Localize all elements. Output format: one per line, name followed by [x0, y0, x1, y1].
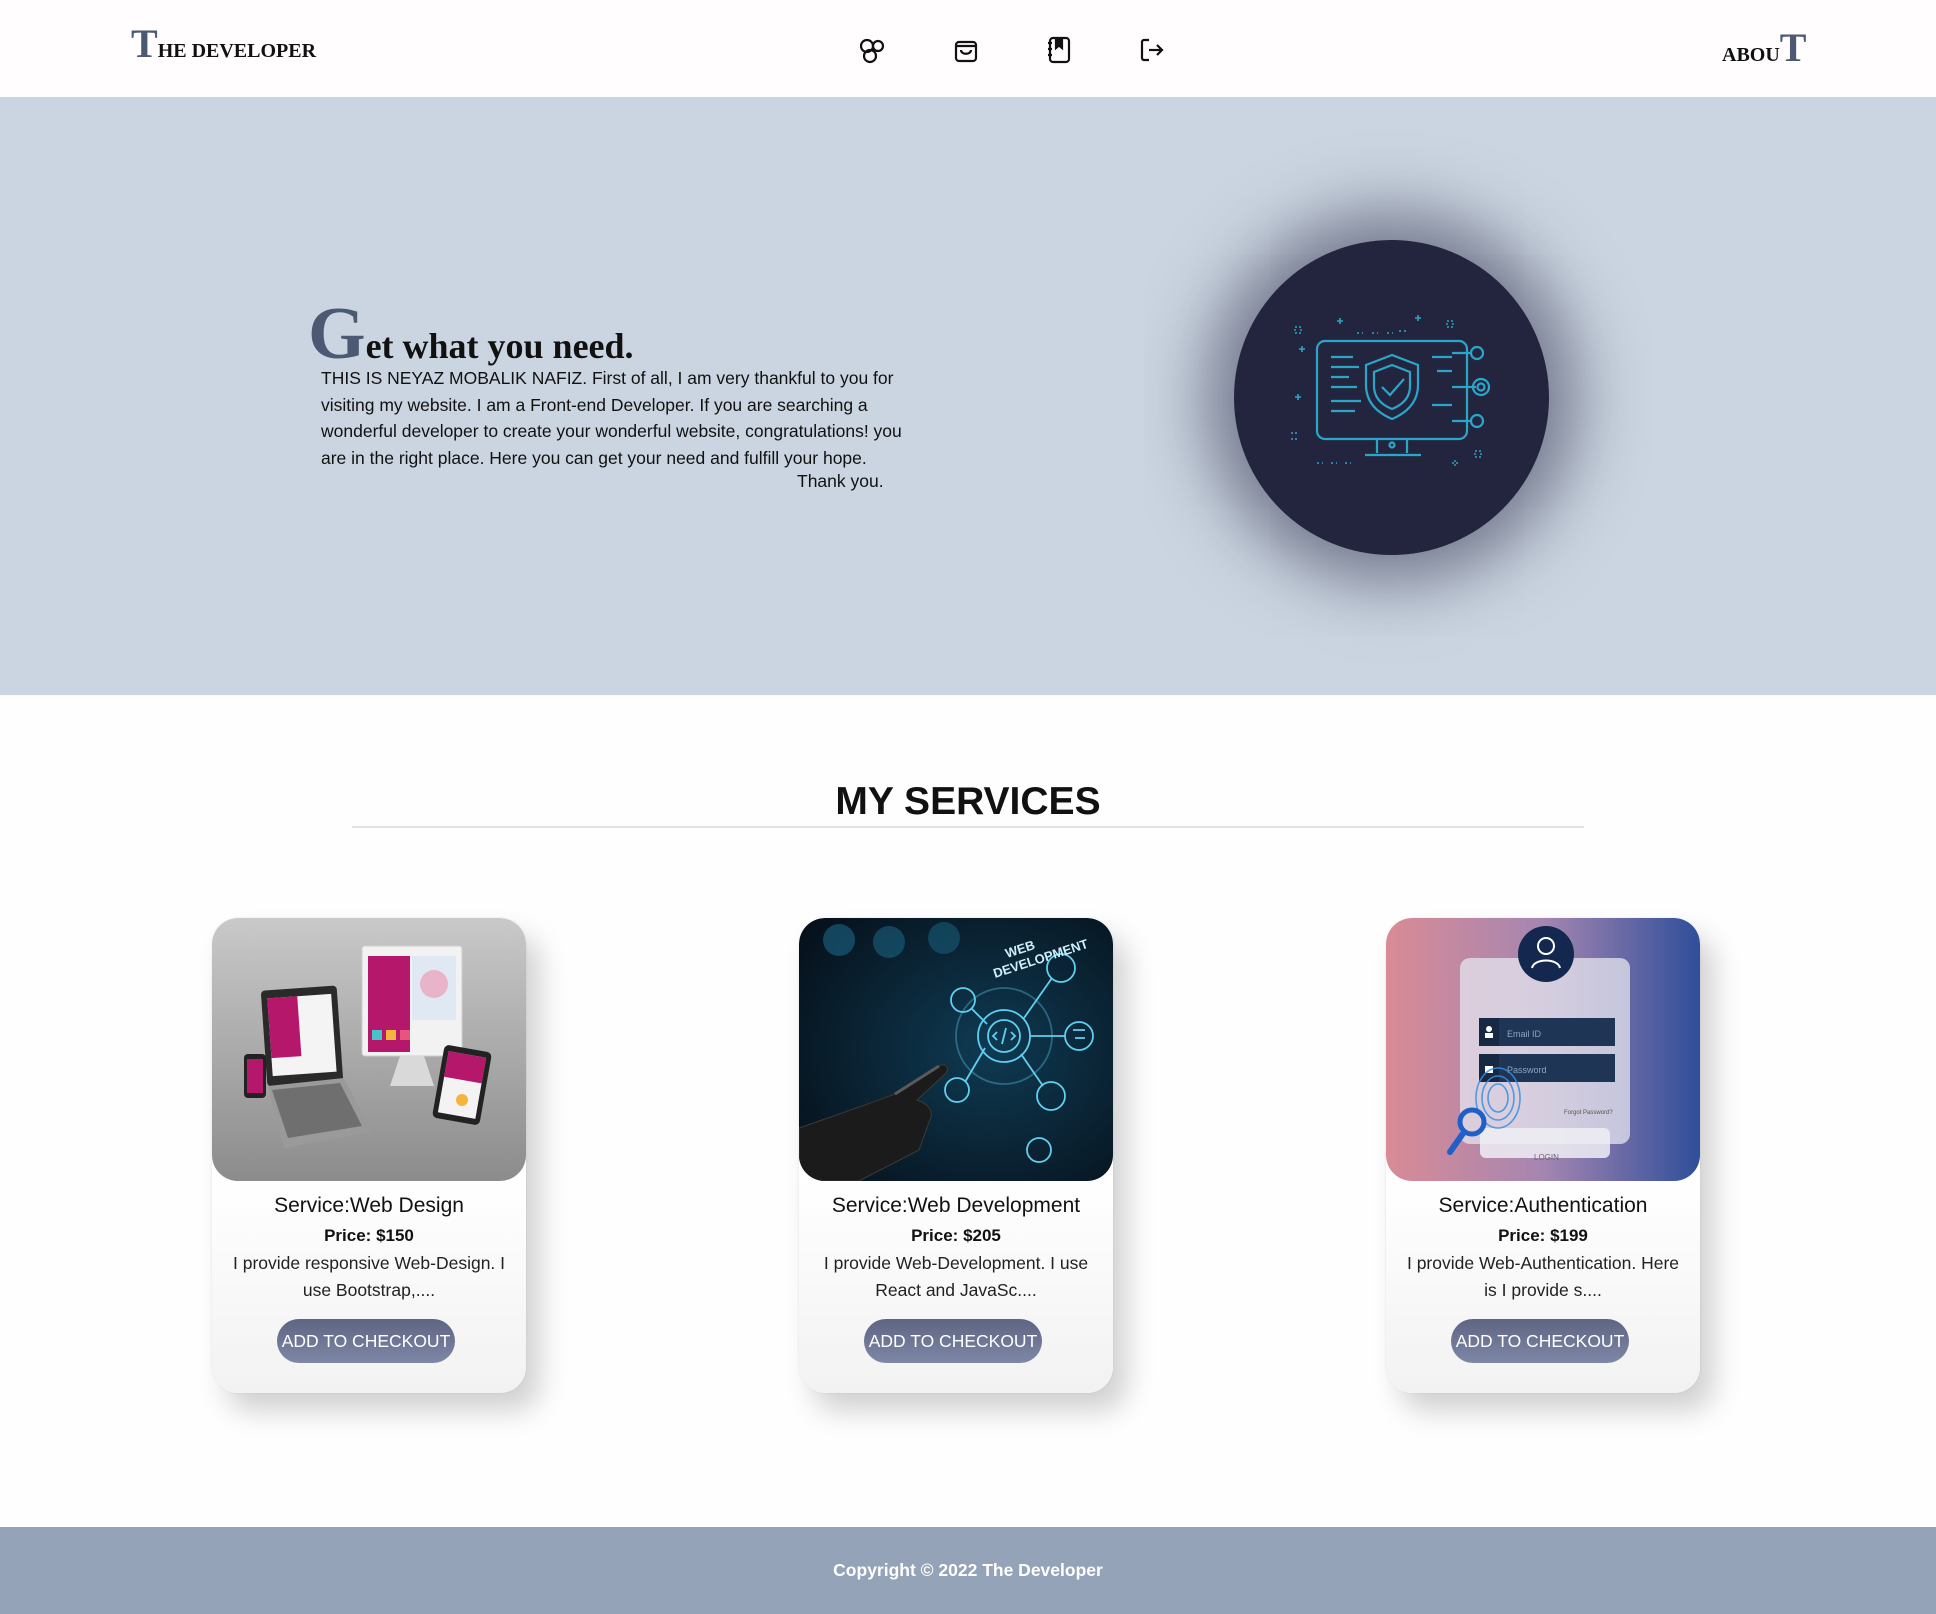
- service-price: Price: $199: [1498, 1226, 1588, 1245]
- footer: Copyright © 2022 The Developer: [0, 1527, 1936, 1614]
- copyright-text: Copyright © 2022 The Developer: [833, 1560, 1103, 1580]
- service-description: I provide Web-Authentication. Here is I …: [1406, 1253, 1680, 1300]
- add-to-checkout-button[interactable]: ADD TO CHECKOUT: [277, 1319, 455, 1363]
- brand-logo[interactable]: THE DEVELOPER: [131, 20, 316, 67]
- about-link[interactable]: ABOUT: [1722, 24, 1806, 71]
- cart-icon[interactable]: [948, 32, 984, 68]
- services-title: MY SERVICES: [835, 780, 1101, 823]
- add-to-checkout-button[interactable]: ADD TO CHECKOUT: [864, 1319, 1042, 1363]
- logout-icon[interactable]: [1134, 32, 1170, 68]
- navbar: THE DEVELOPER ABOUT: [0, 0, 1936, 97]
- service-name: Service:Authentication: [1438, 1194, 1648, 1217]
- service-card-web-design: Service:Web Design Price: $150 I provide…: [212, 918, 526, 1393]
- service-name: Service:Web Design: [274, 1194, 464, 1217]
- auth-forgot-label: Forgot Password?: [1564, 1110, 1613, 1116]
- service-price: Price: $150: [324, 1226, 414, 1245]
- brand-name: HE DEVELOPER: [157, 40, 317, 62]
- hero-description: THIS IS NEYAZ MOBALIK NAFIZ. First of al…: [321, 368, 902, 468]
- security-monitor-icon: [1290, 314, 1490, 466]
- nav-icon-group: [855, 32, 1170, 68]
- service-description: I provide responsive Web-Design. I use B…: [232, 1253, 506, 1300]
- about-label: ABOU: [1722, 44, 1780, 66]
- web-design-image: [212, 918, 526, 1181]
- hero-illustration: [1234, 240, 1549, 555]
- hero-thanks: Thank you.: [797, 471, 884, 491]
- service-card-web-development: WEB DEVELOPMENT Service:Web Development …: [799, 918, 1113, 1393]
- brand-initial: T: [131, 21, 158, 66]
- add-to-checkout-button[interactable]: ADD TO CHECKOUT: [1451, 1319, 1629, 1363]
- auth-password-placeholder: Password: [1507, 1065, 1547, 1075]
- authentication-image: LOGIN Email ID Password Forgot Password?: [1386, 918, 1700, 1181]
- service-card-authentication: LOGIN Email ID Password Forgot Password?…: [1386, 918, 1700, 1393]
- service-name: Service:Web Development: [831, 1194, 1081, 1217]
- about-initial: T: [1779, 25, 1807, 70]
- auth-email-placeholder: Email ID: [1507, 1029, 1542, 1039]
- service-description: I provide Web-Development. I use React a…: [823, 1253, 1089, 1300]
- services-divider: [352, 826, 1584, 828]
- auth-login-label: LOGIN: [1534, 1153, 1559, 1162]
- service-price: Price: $205: [911, 1226, 1001, 1245]
- hero-title-initial: G: [308, 293, 366, 375]
- hero-title-text: et what you need.: [365, 326, 634, 366]
- bookmark-icon[interactable]: [1041, 32, 1077, 68]
- hero-section: Get what you need. THIS IS NEYAZ MOBALIK…: [0, 97, 1936, 695]
- services-icon[interactable]: [855, 32, 891, 68]
- web-development-image: WEB DEVELOPMENT: [799, 918, 1113, 1181]
